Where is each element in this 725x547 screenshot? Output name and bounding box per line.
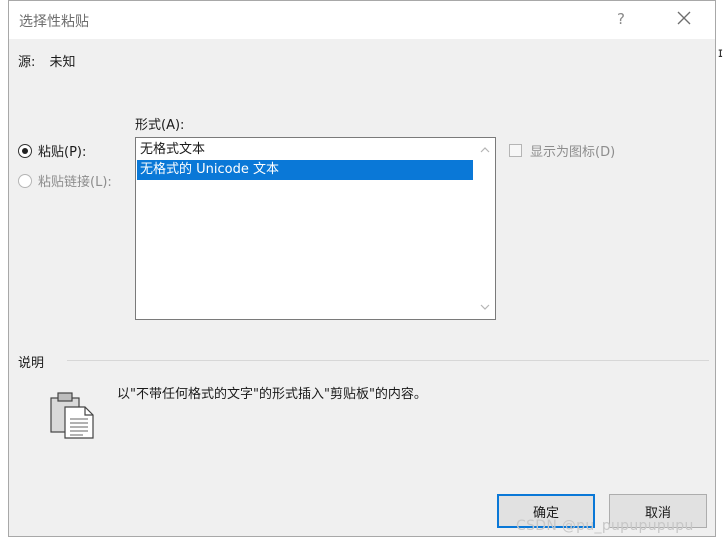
help-button[interactable]: ? bbox=[617, 10, 625, 28]
display-as-icon-label: 显示为图标(D) bbox=[530, 145, 616, 160]
scroll-up-arrow-icon[interactable] bbox=[479, 144, 491, 156]
source-value: 未知 bbox=[49, 55, 76, 70]
result-label: 说明 bbox=[18, 356, 45, 371]
divider bbox=[67, 360, 709, 361]
source-row: 源: 未知 bbox=[18, 51, 76, 70]
background-text-fragment: ɪ bbox=[718, 46, 723, 61]
as-label: 形式(A): bbox=[135, 118, 185, 133]
result-description: 以"不带任何格式的文字"的形式插入"剪贴板"的内容。 bbox=[117, 387, 427, 402]
paste-link-radio[interactable]: 粘贴链接(L): bbox=[18, 171, 112, 190]
display-as-icon-checkbox[interactable]: 显示为图标(D) bbox=[509, 141, 615, 160]
paste-link-radio-label: 粘贴链接(L): bbox=[38, 175, 112, 190]
checkbox-box bbox=[509, 144, 522, 157]
dialog-title: 选择性粘贴 bbox=[19, 14, 89, 30]
format-listbox[interactable]: 无格式文本 无格式的 Unicode 文本 bbox=[135, 137, 496, 320]
close-icon[interactable] bbox=[673, 7, 695, 29]
clipboard-icon bbox=[50, 392, 94, 439]
paste-special-dialog: 选择性粘贴 ? 源: 未知 粘贴(P): 粘贴链接(L): 形式(A): 无格式… bbox=[8, 0, 716, 537]
source-label: 源: bbox=[18, 55, 36, 70]
paste-radio-label: 粘贴(P): bbox=[38, 145, 87, 160]
watermark: CSDN @pu_pupupupupu bbox=[516, 518, 694, 534]
list-item[interactable]: 无格式文本 bbox=[137, 140, 473, 160]
paste-radio[interactable]: 粘贴(P): bbox=[18, 141, 86, 160]
scroll-down-arrow-icon[interactable] bbox=[479, 301, 491, 313]
radio-checked-icon bbox=[18, 143, 32, 158]
title-bar: 选择性粘贴 ? bbox=[9, 1, 715, 39]
radio-unchecked-icon bbox=[18, 173, 32, 188]
list-item-selected[interactable]: 无格式的 Unicode 文本 bbox=[137, 160, 473, 180]
